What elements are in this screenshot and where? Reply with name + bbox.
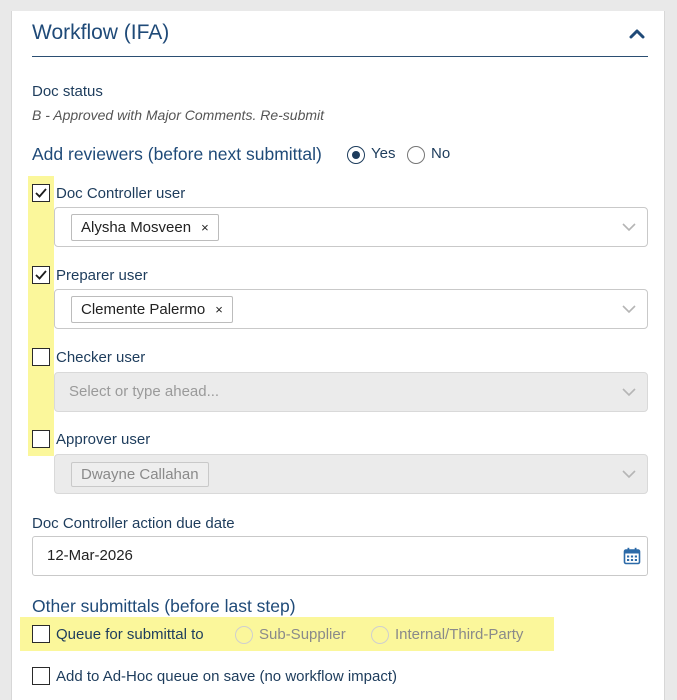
other-submittals-label: Other submittals (before last step) [32,596,296,616]
chip-label: Clemente Palermo [81,301,206,318]
preparer-checkbox[interactable] [32,266,50,284]
add-reviewers-label: Add reviewers (before next submittal) [32,144,322,164]
chevron-up-icon[interactable] [628,25,646,43]
preparer-label: Preparer user [56,267,148,284]
chevron-down-icon[interactable] [621,468,637,480]
selected-user-chip: Clemente Palermo × [71,296,233,323]
adhoc-queue-checkbox[interactable] [32,667,50,685]
due-date-input[interactable]: 12-Mar-2026 [32,536,648,576]
checker-select[interactable]: Select or type ahead... [54,372,648,412]
yes-radio-label[interactable]: Yes [371,145,395,162]
due-date-label: Doc Controller action due date [32,515,235,532]
doc-controller-select[interactable]: Alysha Mosveen × [54,207,648,247]
remove-chip-icon[interactable]: × [215,302,223,317]
sub-supplier-label: Sub-Supplier [259,626,346,643]
checker-placeholder: Select or type ahead... [69,383,220,400]
chevron-down-icon[interactable] [621,386,637,398]
panel-title: Workflow (IFA) [32,21,170,44]
sub-supplier-radio[interactable] [235,626,253,644]
internal-third-party-radio[interactable] [371,626,389,644]
adhoc-queue-label: Add to Ad-Hoc queue on save (no workflow… [56,668,398,685]
highlight-annotation [28,176,54,456]
checker-label: Checker user [56,349,146,366]
workflow-panel: Workflow (IFA) Doc status B - Approved w… [11,11,665,700]
remove-chip-icon[interactable]: × [201,220,209,235]
doc-controller-label: Doc Controller user [56,185,186,202]
preparer-select[interactable]: Clemente Palermo × [54,289,648,329]
panel-header: Workflow (IFA) [32,11,648,57]
approver-checkbox[interactable] [32,430,50,448]
yes-radio[interactable] [347,146,365,164]
no-radio[interactable] [407,146,425,164]
queue-submittal-checkbox[interactable] [32,625,50,643]
chip-label: Alysha Mosveen [81,219,192,236]
selected-user-chip: Dwayne Callahan [71,462,209,487]
no-radio-label[interactable]: No [431,145,450,162]
checker-checkbox[interactable] [32,348,50,366]
doc-status-label: Doc status [32,83,103,100]
doc-controller-checkbox[interactable] [32,184,50,202]
due-date-value: 12-Mar-2026 [47,547,133,564]
chip-label: Dwayne Callahan [81,466,199,483]
doc-status-value: B - Approved with Major Comments. Re-sub… [32,107,325,123]
approver-label: Approver user [56,431,151,448]
chevron-down-icon[interactable] [621,221,637,233]
calendar-icon[interactable] [623,547,641,565]
selected-user-chip: Alysha Mosveen × [71,214,219,241]
internal-third-party-label: Internal/Third-Party [395,626,524,643]
approver-select[interactable]: Dwayne Callahan [54,454,648,494]
queue-submittal-label: Queue for submittal to [56,626,204,643]
chevron-down-icon[interactable] [621,303,637,315]
